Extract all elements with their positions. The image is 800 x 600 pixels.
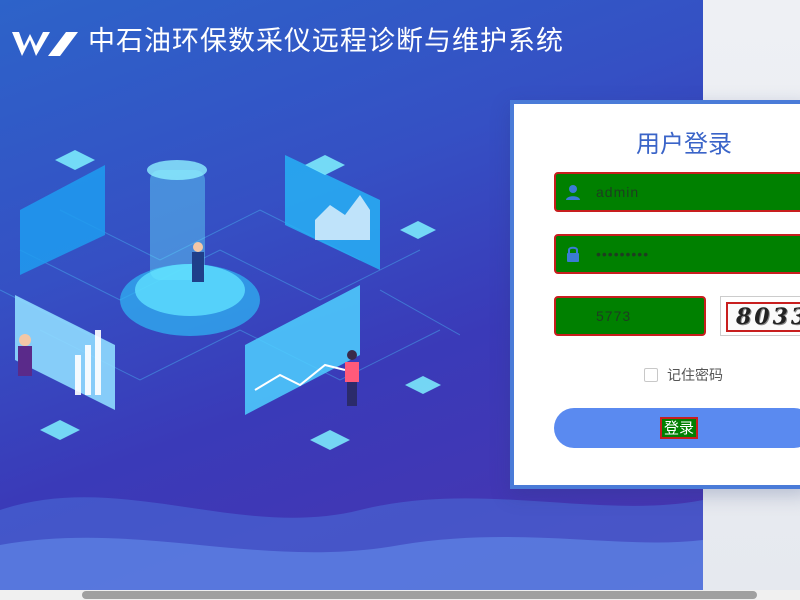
user-icon [566, 185, 580, 200]
password-field[interactable] [554, 234, 800, 274]
lock-icon [567, 246, 579, 262]
remember-label: 记住密码 [667, 368, 723, 384]
horizontal-scrollbar[interactable] [0, 590, 800, 600]
captcha-image[interactable]: 8033 [720, 296, 800, 336]
system-title: 中石油环保数采仪远程诊断与维护系统 [88, 26, 564, 57]
data-center-illustration [0, 150, 460, 450]
login-button[interactable]: 登录 [554, 408, 800, 448]
remember-checkbox[interactable] [644, 368, 658, 382]
scrollbar-thumb[interactable] [82, 591, 757, 599]
captcha-image-text: 8033 [726, 302, 800, 332]
captcha-input[interactable] [596, 306, 696, 326]
login-button-label: 登录 [660, 417, 699, 439]
wv-logo-icon [12, 32, 78, 56]
password-input[interactable] [596, 244, 796, 264]
login-title: 用户登录 [636, 130, 732, 158]
username-input[interactable] [596, 182, 796, 202]
username-field[interactable] [554, 172, 800, 212]
captcha-field[interactable] [554, 296, 706, 336]
login-panel: 用户登录 8033 记住密码 登录 [510, 100, 800, 489]
remember-password[interactable]: 记住密码 [644, 366, 723, 384]
